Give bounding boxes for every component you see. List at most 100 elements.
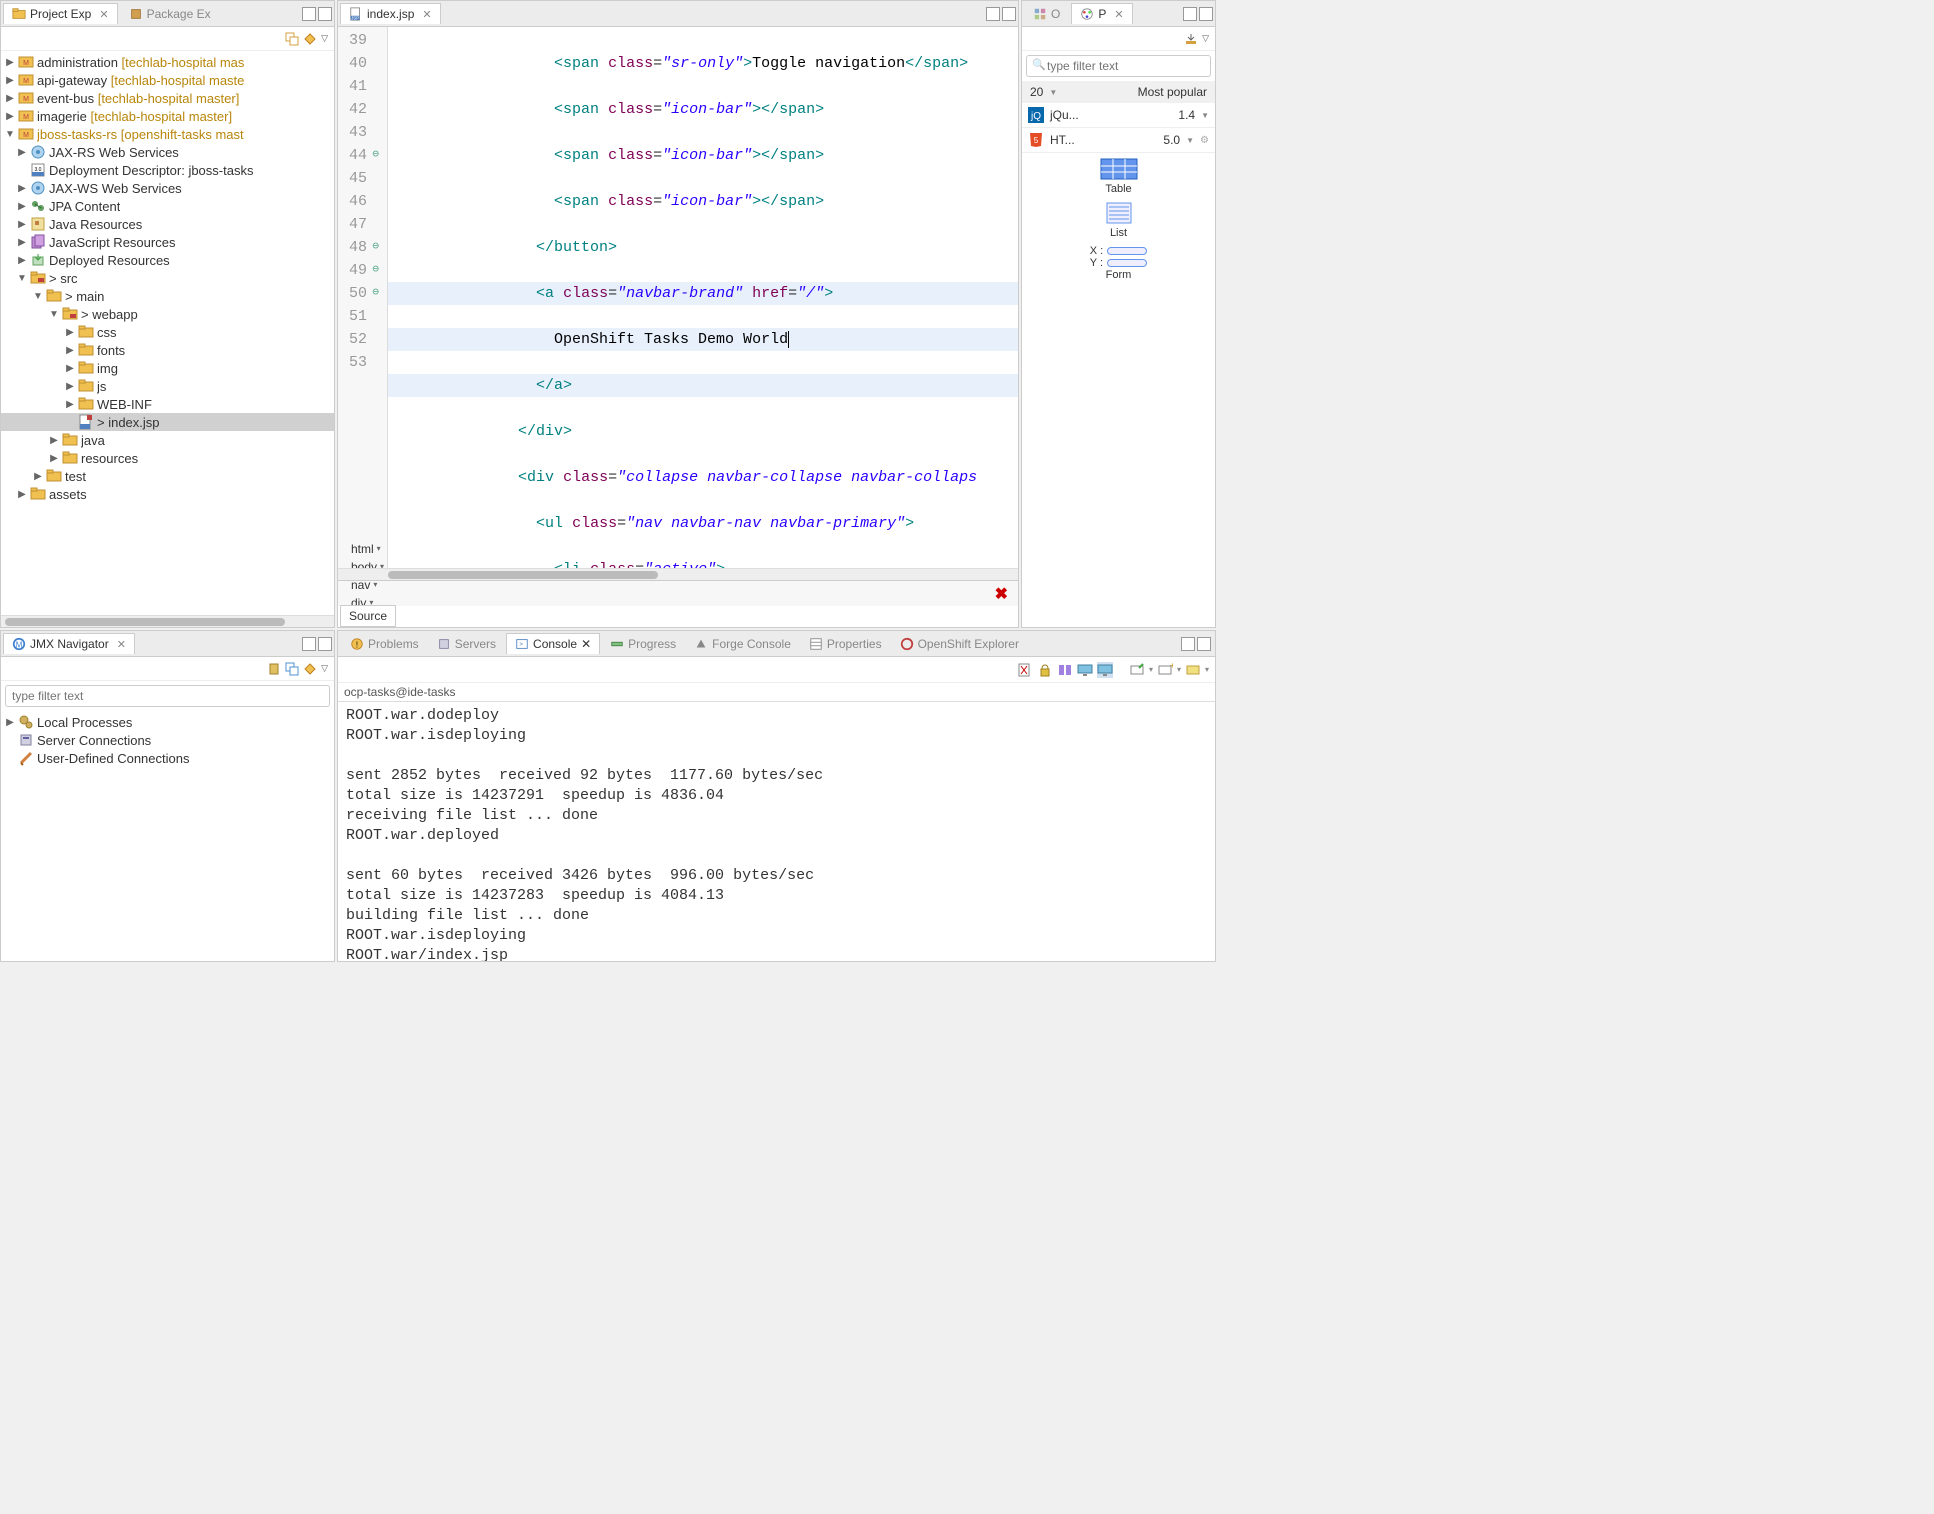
minimize-icon[interactable] [302,7,316,21]
tree-item[interactable]: ▶Local Processes [1,713,334,731]
widget-form[interactable]: X : Y : Form [1090,245,1147,281]
tab-openshift-explorer[interactable]: OpenShift Explorer [892,634,1027,654]
gutter-line[interactable]: 48⊖ [342,236,379,259]
tree-item[interactable]: ▶Deployed Resources [1,251,334,269]
clear-icon[interactable] [1017,662,1033,678]
palette-sort-label[interactable]: Most popular [1063,85,1207,99]
gutter-line[interactable]: 47 [342,213,379,236]
gutter-line[interactable]: 51 [342,305,379,328]
link-editor-icon[interactable] [303,32,317,46]
dropdown-icon[interactable]: ▼ [1186,136,1194,145]
gutter-line[interactable]: 52 [342,328,379,351]
minimize-icon[interactable] [986,7,1000,21]
dropdown-icon[interactable]: ▼ [1201,111,1209,120]
tab-project-explorer[interactable]: Project Exp ✕ [3,3,118,24]
minimize-icon[interactable] [1183,7,1197,21]
tab-forge-console[interactable]: Forge Console [686,634,799,654]
display-selected-icon[interactable] [1097,662,1113,678]
tree-item[interactable]: ▶test [1,467,334,485]
maximize-icon[interactable] [318,637,332,651]
gutter-line[interactable]: 43 [342,121,379,144]
tree-item[interactable]: ▶img [1,359,334,377]
gutter-line[interactable]: 41 [342,75,379,98]
tree-item[interactable]: ▶Mevent-bus [techlab-hospital master] [1,89,334,107]
tab-palette[interactable]: P ✕ [1071,3,1132,24]
tree-item[interactable]: ▶Mapi-gateway [techlab-hospital maste [1,71,334,89]
maximize-icon[interactable] [1002,7,1016,21]
tab-console[interactable]: >Console✕ [506,633,600,654]
tree-item[interactable]: Server Connections [1,731,334,749]
gutter-line[interactable]: 42 [342,98,379,121]
tree-item[interactable]: ▶JAX-WS Web Services [1,179,334,197]
source-tab[interactable]: Source [340,605,396,627]
tree-item[interactable]: ▶Java Resources [1,215,334,233]
tree-item[interactable]: ▶assets [1,485,334,503]
tree-item[interactable]: User-Defined Connections [1,749,334,767]
lock-scroll-icon[interactable] [1037,662,1053,678]
code-content[interactable]: <span class="sr-only">Toggle navigation<… [388,27,1018,568]
server-icon[interactable] [267,662,281,676]
minimize-icon[interactable] [1181,637,1195,651]
tree-item[interactable]: ▶JavaScript Resources [1,233,334,251]
tab-problems[interactable]: !Problems [342,634,427,654]
display-icon[interactable] [1077,662,1093,678]
horizontal-scrollbar[interactable] [1,615,334,627]
maximize-icon[interactable] [318,7,332,21]
tree-item[interactable]: ▶WEB-INF [1,395,334,413]
dropdown-icon[interactable]: ▼ [1049,88,1057,97]
palette-filter-input[interactable] [1026,55,1211,77]
editor-horizontal-scrollbar[interactable] [338,568,1018,580]
view-menu-icon[interactable]: ▽ [1202,33,1209,44]
view-menu-icon[interactable]: ▽ [321,663,328,674]
gutter-line[interactable]: 46 [342,190,379,213]
link-editor-icon[interactable] [303,662,317,676]
console-output[interactable]: ROOT.war.dodeploy ROOT.war.isdeploying s… [338,702,1215,961]
gutter-line[interactable]: 44⊖ [342,144,379,167]
close-icon[interactable]: ✕ [422,8,431,21]
gutter-line[interactable]: 40 [342,52,379,75]
tree-item[interactable]: ▶js [1,377,334,395]
view-menu-icon[interactable]: ▽ [321,33,328,44]
jmx-tree[interactable]: ▶Local ProcessesServer ConnectionsUser-D… [1,711,334,961]
jmx-filter-input[interactable] [5,685,330,707]
minimize-icon[interactable] [302,637,316,651]
widget-list[interactable]: List [1099,201,1139,239]
tree-item[interactable]: ▶JPA Content [1,197,334,215]
close-icon[interactable]: ✕ [1114,8,1123,21]
gutter-line[interactable]: 53 [342,351,379,374]
tab-progress[interactable]: Progress [602,634,684,654]
tab-properties[interactable]: Properties [801,634,890,654]
tree-item[interactable]: ▼Mjboss-tasks-rs [openshift-tasks mast [1,125,334,143]
tree-item[interactable]: ▶fonts [1,341,334,359]
tree-item[interactable]: ▶JAX-RS Web Services [1,143,334,161]
gutter-line[interactable]: 49⊖ [342,259,379,282]
project-tree[interactable]: ▶Madministration [techlab-hospital mas▶M… [1,51,334,615]
maximize-icon[interactable] [1199,7,1213,21]
tree-item[interactable]: ▼> main [1,287,334,305]
tree-item[interactable]: ▼> webapp [1,305,334,323]
gutter-line[interactable]: 50⊖ [342,282,379,305]
tab-outline[interactable]: O [1024,3,1069,25]
palette-item-jquery[interactable]: jQ jQu... 1.4 ▼ [1022,103,1215,128]
code-editor[interactable]: 394041424344⊖45464748⊖49⊖50⊖515253 <span… [338,27,1018,568]
breadcrumb-item[interactable]: html ▾ [344,540,391,558]
gutter-line[interactable]: 45 [342,167,379,190]
tree-item[interactable]: ▼> src [1,269,334,287]
collapse-all-icon[interactable] [285,32,299,46]
tree-item[interactable]: ▶resources [1,449,334,467]
collapse-all-icon[interactable] [285,662,299,676]
new-console-icon[interactable]: + [1157,662,1173,678]
tab-index-jsp[interactable]: JSP index.jsp ✕ [340,3,441,24]
line-gutter[interactable]: 394041424344⊖45464748⊖49⊖50⊖515253 [338,27,388,568]
tab-package-explorer[interactable]: Package Ex [120,3,220,25]
tree-item[interactable]: ▶java [1,431,334,449]
tree-item[interactable]: ▶css [1,323,334,341]
tree-item[interactable]: ▶Mimagerie [techlab-hospital master] [1,107,334,125]
maximize-icon[interactable] [1197,637,1211,651]
close-icon[interactable]: ✕ [117,638,126,651]
palette-item-html5[interactable]: 5 HT... 5.0 ▼ ⚙ [1022,128,1215,153]
gutter-line[interactable]: 39 [342,29,379,52]
console-menu-icon[interactable] [1185,662,1201,678]
close-breadcrumb-icon[interactable]: ✖ [991,584,1012,604]
close-icon[interactable]: ✕ [99,8,108,21]
